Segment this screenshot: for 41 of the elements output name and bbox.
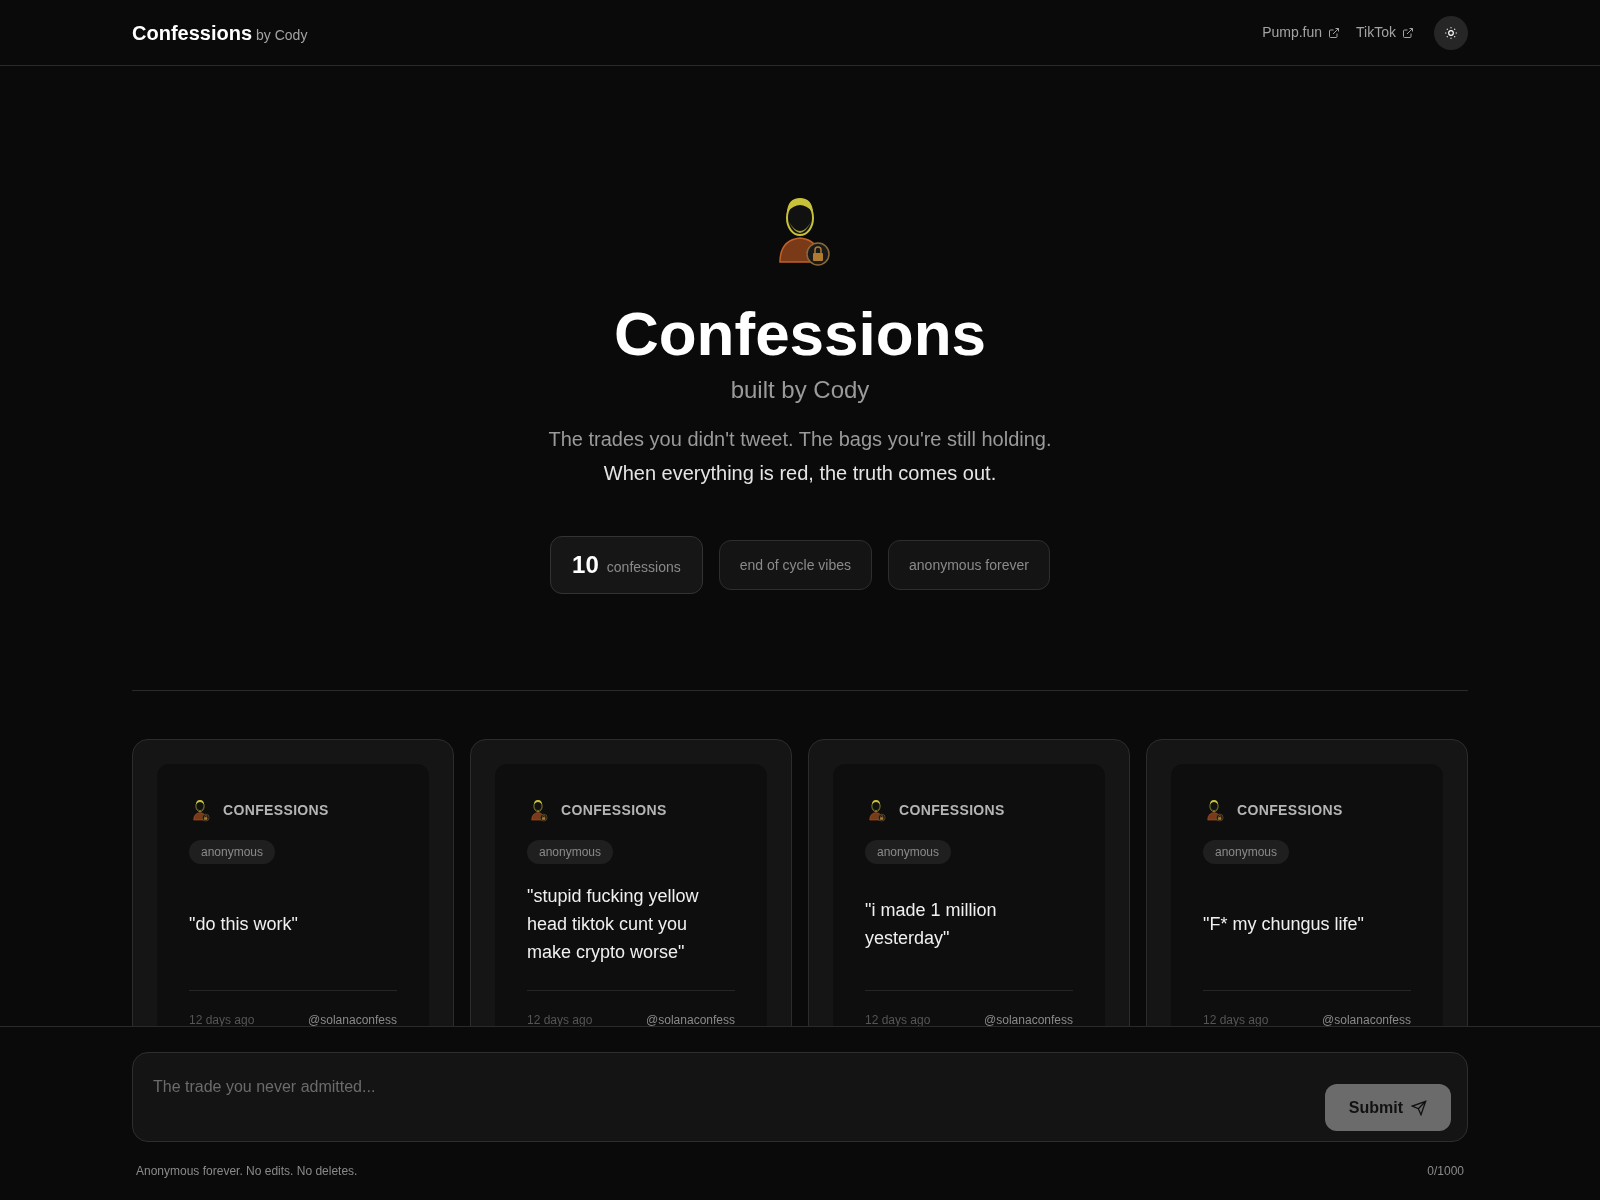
theme-toggle-button[interactable]	[1434, 15, 1468, 50]
brand-byline: by Cody	[256, 25, 308, 45]
timestamp: 12 days ago	[189, 1012, 255, 1026]
hero-title: Confessions	[613, 298, 987, 370]
card-brand: CONFESSIONS	[561, 800, 667, 820]
anonymous-tag: anonymous	[189, 840, 276, 864]
confession-text: "stupid fucking yellow head tiktok cunt you make crypto worse"	[527, 885, 700, 964]
stat-value: 10	[572, 550, 599, 580]
handle-link[interactable]: @solanaconfess	[984, 1011, 1073, 1026]
timestamp: 12 days ago	[527, 1012, 593, 1026]
card-brand: CONFESSIONS	[1237, 800, 1343, 820]
handle-link[interactable]: @solanaconfess	[308, 1011, 397, 1026]
stat-pill: anonymous forever	[888, 540, 1050, 590]
card-brand: CONFESSIONS	[223, 800, 329, 820]
external-link-icon	[1402, 26, 1414, 39]
external-link-icon	[1328, 26, 1341, 39]
stat-pill: end of cycle vibes	[718, 540, 873, 590]
tagline-emphasis: When everything is red, the truth comes out.	[603, 461, 997, 486]
brand-title[interactable]: Confessions	[132, 17, 253, 48]
sun-icon	[1444, 25, 1458, 40]
tagline: The trades you didn't tweet. The bags you're still holding.	[548, 427, 1052, 452]
handle-link[interactable]: @solanaconfess	[1322, 1011, 1411, 1026]
confession-input[interactable]: The trade you never admitted... Submit	[132, 1052, 1468, 1142]
anonymous-tag: anonymous	[1203, 840, 1290, 864]
card-brand: CONFESSIONS	[899, 800, 1005, 820]
stat-label: confessions	[606, 557, 681, 577]
submit-button[interactable]: Submit	[1324, 1084, 1451, 1131]
nav-link[interactable]: Pump.fun	[1262, 22, 1341, 43]
hero-subtitle: built by Cody	[730, 375, 870, 405]
handle-link[interactable]: @solanaconfess	[646, 1011, 735, 1026]
character-counter: 0/1000	[1427, 1163, 1464, 1180]
nav-link[interactable]: TikTok	[1356, 22, 1414, 43]
send-icon	[1411, 1099, 1427, 1116]
anonymous-tag: anonymous	[527, 840, 614, 864]
anonymous-tag: anonymous	[865, 840, 952, 864]
timestamp: 12 days ago	[1203, 1012, 1269, 1026]
confession-text: "i made 1 million yesterday"	[865, 899, 998, 950]
confession-text: "F* my chungus life"	[1203, 913, 1364, 936]
footer-note: Anonymous forever. No edits. No deletes.	[136, 1163, 358, 1180]
confession-text: "do this work"	[189, 913, 298, 936]
timestamp: 12 days ago	[865, 1012, 931, 1026]
